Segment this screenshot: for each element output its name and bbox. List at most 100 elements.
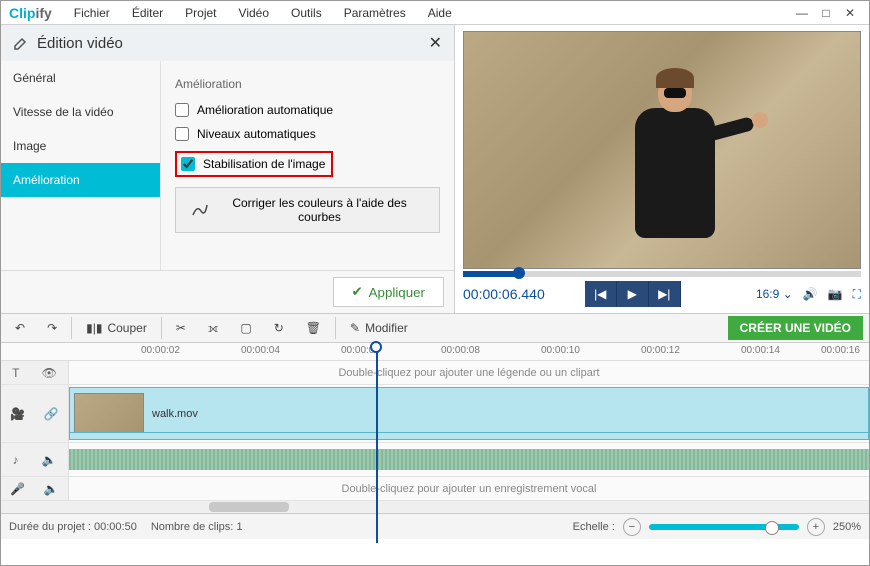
speaker-icon[interactable]: 🔈 — [42, 453, 57, 467]
snapshot-icon[interactable]: 📷 — [828, 287, 843, 301]
delete-button[interactable]: 🗑 — [298, 317, 329, 339]
redo-button[interactable]: ↷ — [39, 317, 65, 339]
project-duration: Durée du projet : 00:00:50 — [9, 521, 137, 533]
modify-button[interactable]: ✎ Modifier — [342, 317, 416, 339]
scale-label: Echelle : — [573, 521, 615, 533]
stabilize-highlight: Stabilisation de l'image — [175, 151, 333, 177]
voice-track-head: 🎤 🔈 — [1, 477, 69, 500]
mic-icon: 🎤 — [10, 482, 25, 496]
audio-track[interactable] — [69, 443, 869, 476]
editor-panel: Édition vidéo ✕ Général Vitesse de la vi… — [1, 25, 455, 313]
frame-button[interactable]: ▢ — [232, 317, 259, 339]
modify-label: Modifier — [365, 321, 408, 335]
menu-edit[interactable]: Éditer — [122, 4, 173, 22]
menu-settings[interactable]: Paramètres — [334, 4, 416, 22]
menu-tools[interactable]: Outils — [281, 4, 332, 22]
panel-close-button[interactable]: ✕ — [429, 33, 442, 53]
panel-title: Édition vidéo — [37, 35, 123, 52]
curves-button[interactable]: Corriger les couleurs à l'aide des courb… — [175, 187, 440, 233]
clip-thumbnail — [74, 393, 144, 435]
curves-icon — [192, 203, 208, 217]
scale-value: 250% — [833, 521, 861, 533]
auto-enhance-row[interactable]: Amélioration automatique — [175, 103, 440, 117]
ruler-tick: 00:00:02 — [141, 345, 180, 356]
menu-project[interactable]: Projet — [175, 4, 226, 22]
zoom-slider[interactable] — [649, 524, 799, 530]
music-icon: ♪ — [13, 453, 19, 467]
check-icon: ✔ — [352, 284, 363, 300]
caption-track-head: T 👁 — [1, 361, 69, 384]
link-icon[interactable]: 🔗 — [44, 407, 59, 421]
ruler-tick: 00:00:10 — [541, 345, 580, 356]
zoom-in-button[interactable]: + — [807, 518, 825, 536]
aspect-ratio-button[interactable]: 16:9 ⌄ — [756, 287, 793, 301]
playhead[interactable] — [370, 341, 382, 353]
scissors-button[interactable]: ✂ — [168, 317, 194, 339]
next-button[interactable]: ▶| — [649, 281, 681, 307]
cut-button[interactable]: ▮|▮ Couper — [78, 317, 155, 339]
auto-levels-label: Niveaux automatiques — [197, 127, 316, 141]
cut-label: Couper — [107, 321, 146, 335]
fullscreen-icon[interactable]: ⛶ — [853, 287, 861, 302]
edit-icon — [13, 35, 29, 51]
menu-file[interactable]: Fichier — [64, 4, 120, 22]
tab-speed[interactable]: Vitesse de la vidéo — [1, 95, 160, 129]
tab-enhancement[interactable]: Amélioration — [1, 163, 160, 197]
side-tabs: Général Vitesse de la vidéo Image Amélio… — [1, 61, 161, 270]
auto-levels-checkbox[interactable] — [175, 127, 189, 141]
caption-track[interactable]: Double-cliquez pour ajouter une légende … — [69, 361, 869, 384]
cut-icon: ▮|▮ — [86, 321, 102, 335]
rotate-button[interactable]: ↻ — [266, 317, 292, 339]
visibility-icon[interactable]: 👁 — [42, 366, 57, 380]
menu-video[interactable]: Vidéo — [229, 4, 279, 22]
minimize-button[interactable]: — — [791, 4, 813, 22]
preview-pane: 00:00:06.440 |◀ ▶ ▶| 16:9 ⌄ 🔊 📷 ⛶ — [455, 25, 869, 313]
auto-enhance-checkbox[interactable] — [175, 103, 189, 117]
time-ruler[interactable]: 00:00:02 00:00:04 00:00:06 00:00:08 00:0… — [1, 343, 869, 361]
zoom-out-button[interactable]: − — [623, 518, 641, 536]
curves-label: Corriger les couleurs à l'aide des courb… — [216, 196, 423, 224]
preview-video[interactable] — [463, 31, 861, 269]
tab-image[interactable]: Image — [1, 129, 160, 163]
undo-button[interactable]: ↶ — [7, 317, 33, 339]
video-track[interactable]: walk.mov — [69, 385, 869, 442]
timeline-tracks: T 👁 Double-cliquez pour ajouter une lége… — [1, 361, 869, 513]
stabilize-checkbox[interactable] — [181, 157, 195, 171]
crop-button[interactable]: ⟗ — [200, 317, 227, 340]
video-clip-bar[interactable] — [69, 432, 869, 440]
ruler-tick: 00:00:04 — [241, 345, 280, 356]
camera-icon: 🎥 — [10, 407, 25, 421]
auto-enhance-label: Amélioration automatique — [197, 103, 333, 117]
section-label: Amélioration — [175, 77, 440, 91]
stabilize-row[interactable]: Stabilisation de l'image — [175, 151, 440, 177]
preview-scrubber[interactable] — [463, 271, 861, 277]
video-track-head: 🎥 🔗 — [1, 385, 69, 442]
prev-button[interactable]: |◀ — [585, 281, 617, 307]
close-button[interactable]: ✕ — [839, 4, 861, 22]
edit-icon: ✎ — [350, 321, 360, 335]
menu-help[interactable]: Aide — [418, 4, 462, 22]
audio-waveform[interactable] — [69, 449, 869, 470]
voice-track[interactable]: Double-cliquez pour ajouter un enregistr… — [69, 477, 869, 500]
statusbar: Durée du projet : 00:00:50 Nombre de cli… — [1, 513, 869, 539]
clip-name: walk.mov — [152, 408, 198, 420]
volume-icon[interactable]: 🔊 — [803, 287, 818, 301]
timeline-scrollbar[interactable] — [1, 501, 869, 513]
tab-general[interactable]: Général — [1, 61, 160, 95]
playback-controls: |◀ ▶ ▶| — [585, 281, 681, 307]
menubar: Clipify Fichier Éditer Projet Vidéo Outi… — [1, 1, 869, 25]
ruler-tick: 00:00:16 — [821, 345, 860, 356]
apply-button[interactable]: ✔ Appliquer — [333, 277, 445, 307]
speaker-icon[interactable]: 🔈 — [44, 482, 59, 496]
auto-levels-row[interactable]: Niveaux automatiques — [175, 127, 440, 141]
play-button[interactable]: ▶ — [617, 281, 649, 307]
ruler-tick: 00:00:12 — [641, 345, 680, 356]
maximize-button[interactable]: □ — [815, 4, 837, 22]
playhead-line[interactable] — [376, 343, 378, 543]
create-video-button[interactable]: CRÉER UNE VIDÉO — [728, 316, 863, 340]
app-logo: Clipify — [9, 5, 52, 21]
stabilize-label: Stabilisation de l'image — [203, 157, 325, 171]
window-controls: — □ ✕ — [791, 4, 861, 22]
text-icon: T — [12, 366, 19, 380]
timecode: 00:00:06.440 — [463, 286, 545, 302]
